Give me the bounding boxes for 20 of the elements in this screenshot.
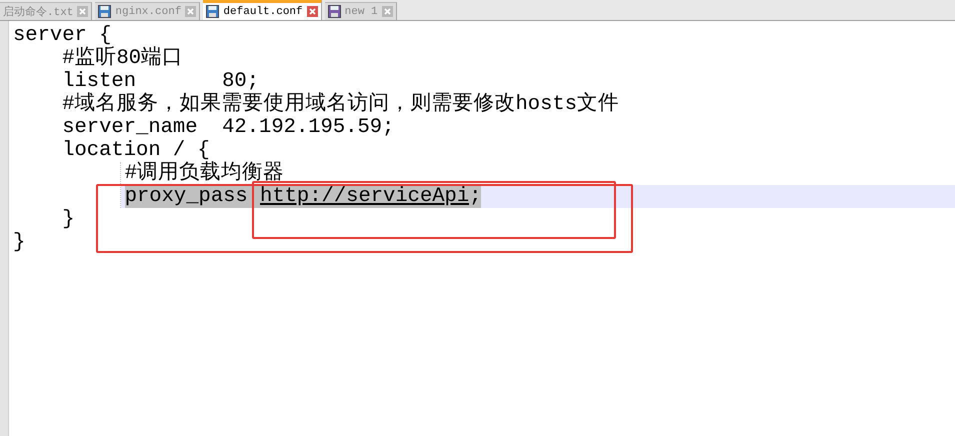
code-text: ; [469, 185, 482, 208]
file-tab[interactable]: default.conf [203, 0, 322, 20]
close-icon[interactable] [77, 6, 88, 17]
close-icon[interactable] [306, 6, 318, 17]
code-text: #调用负载均衡器 [124, 162, 284, 185]
close-icon[interactable] [185, 6, 196, 17]
code-text: proxy_pass [124, 185, 260, 208]
code-text: server { [13, 24, 112, 47]
code-text: server_name 42.192.195.59; [62, 116, 394, 139]
code-text: } [62, 208, 75, 231]
file-tab[interactable]: nginx.conf [95, 2, 200, 20]
file-tab[interactable]: 启动命令.txt [0, 2, 92, 20]
code-text: #监听80端口 [62, 47, 184, 70]
close-icon[interactable] [382, 6, 393, 17]
code-text: #域名服务，如果需要使用域名访问，则需要修改hosts文件 [62, 93, 620, 116]
file-tab[interactable]: new 1 [324, 2, 397, 20]
code-text: } [13, 231, 26, 254]
code-text: listen 80; [62, 70, 260, 93]
code-text: location / { [62, 139, 210, 162]
code-link[interactable]: http://serviceApi [260, 185, 470, 208]
